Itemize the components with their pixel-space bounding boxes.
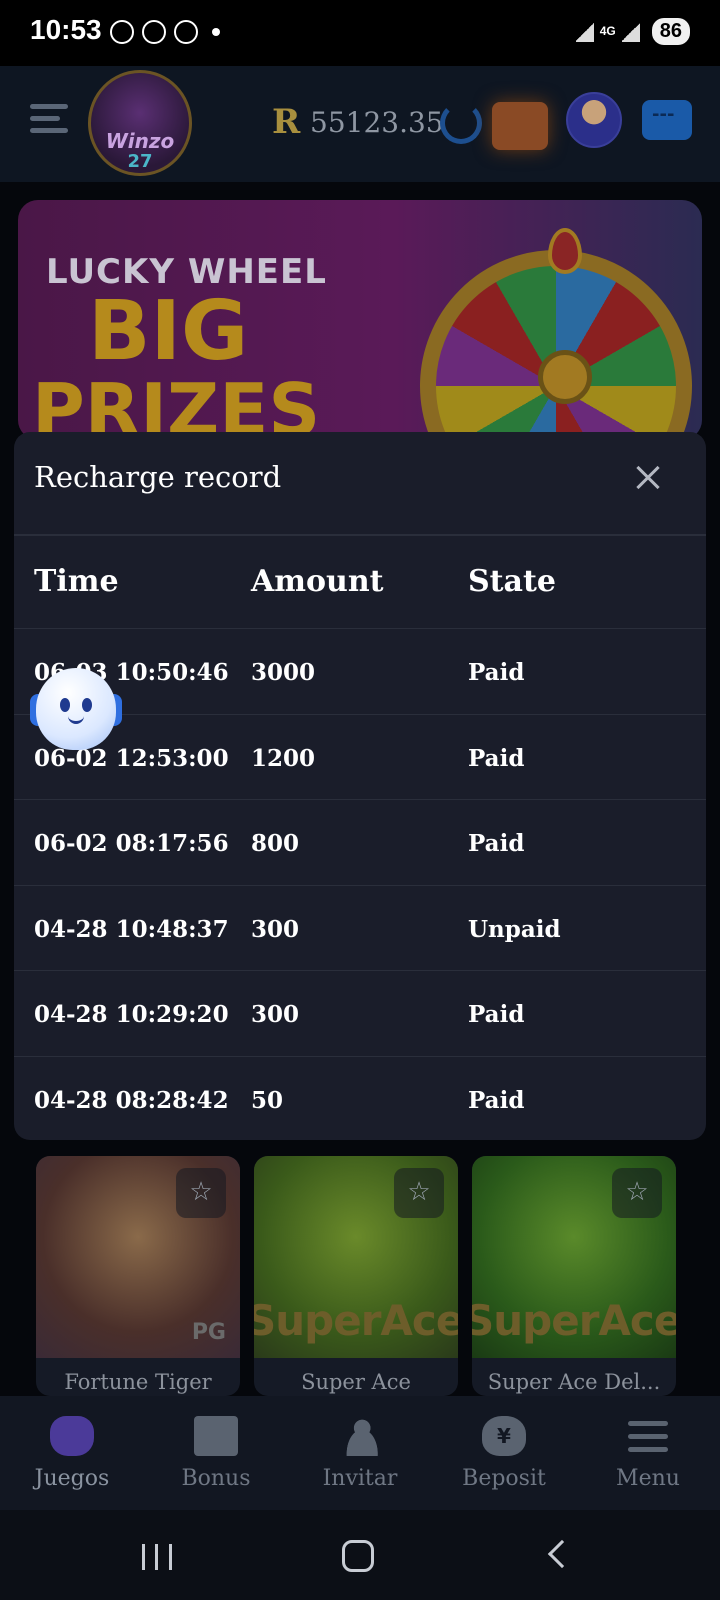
provider-badge: PG: [191, 1320, 226, 1345]
money-bag-icon: ¥: [482, 1416, 526, 1456]
signal-icon: [575, 21, 594, 42]
network-type: 4G: [599, 24, 616, 38]
row-time: 04-28 10:48:37: [34, 915, 229, 943]
wheel-hub: [538, 350, 592, 404]
banner-line3: PRIZES: [32, 368, 321, 440]
wheel-pointer: [548, 228, 582, 274]
notification-icons: [110, 20, 220, 44]
nav-label: Menu: [616, 1466, 680, 1491]
customer-service-bot-icon[interactable]: [30, 664, 122, 756]
favorite-star-icon[interactable]: ☆: [394, 1168, 444, 1218]
back-button[interactable]: [547, 1539, 577, 1569]
recents-button[interactable]: [142, 1544, 172, 1570]
game-card[interactable]: SuperAce ☆ Super Ace Del...: [472, 1156, 676, 1396]
column-header-time: Time: [34, 564, 119, 599]
nav-label: Invitar: [322, 1466, 398, 1491]
battery-level: 86: [651, 18, 690, 45]
nav-label: Juegos: [34, 1466, 110, 1491]
game-card[interactable]: PG ☆ Fortune Tiger: [36, 1156, 240, 1396]
bot-face: [36, 668, 116, 750]
status-bar: 10:53 4G 86: [0, 0, 720, 66]
row-time: 06-02 08:17:56: [34, 830, 229, 857]
recharge-record-modal: Recharge record Time Amount State 06-03 …: [14, 432, 706, 1140]
gamepad-icon: [50, 1416, 94, 1456]
menu-icon: [626, 1416, 670, 1456]
games-grid: PG ☆ Fortune Tiger SuperAce ☆ Super Ace …: [36, 1156, 684, 1396]
nav-juegos[interactable]: Juegos: [0, 1396, 144, 1510]
game-card[interactable]: SuperAce ☆ Super Ace: [254, 1156, 458, 1396]
nav-label: Bonus: [181, 1466, 251, 1491]
row-amount: 3000: [251, 659, 316, 686]
row-amount: 50: [251, 1086, 284, 1114]
game-name: Super Ace Del...: [487, 1370, 661, 1394]
table-row: 04-28 10:29:20 300 Paid: [14, 970, 706, 1056]
row-time: 04-28 08:28:42: [34, 1086, 229, 1114]
game-name: Super Ace: [301, 1370, 411, 1394]
system-navigation-bar: [0, 1510, 720, 1600]
game-name: Fortune Tiger: [64, 1370, 212, 1394]
row-state: Paid: [468, 744, 525, 772]
bottom-navigation: Juegos Bonus Invitar ¥ Beposit Menu: [0, 1396, 720, 1510]
row-amount: 1200: [251, 744, 316, 772]
users-icon: [338, 1416, 382, 1456]
gift-icon: [194, 1416, 238, 1456]
close-icon[interactable]: [624, 454, 672, 502]
messenger-icon: [110, 20, 134, 44]
app-notification-icon: [174, 20, 198, 44]
row-state: Paid: [468, 830, 525, 857]
favorite-star-icon[interactable]: ☆: [176, 1168, 226, 1218]
row-state: Unpaid: [468, 915, 561, 943]
app-header: Winzo 27 R 55123.35: [0, 66, 720, 182]
favorite-star-icon[interactable]: ☆: [612, 1168, 662, 1218]
row-time: 04-28 10:29:20: [34, 1001, 229, 1028]
game-art-text: SuperAce: [254, 1296, 458, 1345]
row-amount: 300: [251, 1001, 300, 1028]
row-state: Paid: [468, 1001, 525, 1028]
home-button[interactable]: [342, 1540, 374, 1572]
table-header: Time Amount State: [14, 536, 706, 628]
nav-beposit[interactable]: ¥ Beposit: [432, 1396, 576, 1510]
nav-bonus[interactable]: Bonus: [144, 1396, 288, 1510]
lucky-wheel-banner[interactable]: LUCKY WHEEL BIG PRIZES: [18, 200, 702, 440]
bot-eye: [60, 698, 70, 712]
row-amount: 300: [251, 915, 300, 943]
row-state: Paid: [468, 1086, 525, 1114]
row-amount: 800: [251, 830, 300, 857]
status-time: 10:53: [30, 14, 102, 45]
refresh-balance-icon[interactable]: [440, 102, 482, 144]
nav-menu[interactable]: Menu: [576, 1396, 720, 1510]
chat-icon[interactable]: [642, 100, 692, 140]
table-row: 06-02 08:17:56 800 Paid: [14, 799, 706, 885]
nav-invitar[interactable]: Invitar: [288, 1396, 432, 1510]
currency-symbol: R: [272, 102, 301, 142]
modal-title: Recharge record: [34, 460, 282, 494]
user-avatar[interactable]: [566, 92, 622, 148]
banner-line2: BIG: [88, 284, 249, 379]
column-header-amount: Amount: [251, 564, 384, 599]
prize-wheel-image: [420, 250, 692, 440]
balance-amount: 55123.35: [310, 106, 444, 139]
row-state: Paid: [468, 659, 525, 686]
table-row: 04-28 10:48:37 300 Unpaid: [14, 884, 706, 971]
hamburger-menu-icon[interactable]: [30, 104, 68, 136]
facebook-icon: [142, 20, 166, 44]
more-notifications-dot: [212, 28, 220, 36]
system-indicators: 4G 86: [575, 18, 690, 45]
game-art-text: SuperAce: [472, 1296, 676, 1345]
column-header-state: State: [468, 564, 556, 599]
app-logo: Winzo 27: [88, 70, 192, 176]
signal-icon-2: [621, 21, 640, 42]
bot-eye: [82, 698, 92, 712]
wallet-icon[interactable]: [492, 102, 548, 150]
table-row: 04-28 08:28:42 50 Paid: [14, 1055, 706, 1141]
nav-label: Beposit: [462, 1466, 546, 1491]
